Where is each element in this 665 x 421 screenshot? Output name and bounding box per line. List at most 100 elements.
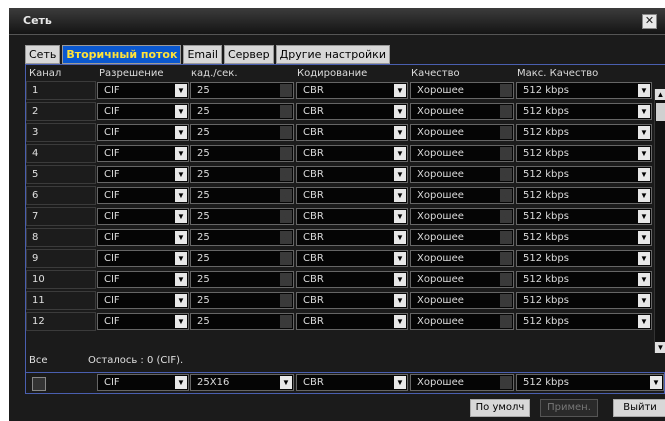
max-quality-select[interactable]: 512 kbps ▼ xyxy=(516,166,652,183)
quality-value: Хорошее xyxy=(417,127,464,138)
chevron-down-icon: ▼ xyxy=(500,168,512,181)
max-quality-select[interactable]: 512 kbps ▼ xyxy=(516,145,652,162)
chevron-down-icon: ▼ xyxy=(280,210,292,223)
encoding-value: CBR xyxy=(303,295,324,306)
resolution-select[interactable]: CIF ▼ xyxy=(97,124,189,141)
fps-select[interactable]: 25 ▼ xyxy=(190,208,294,225)
max-quality-select[interactable]: 512 kbps ▼ xyxy=(516,229,652,246)
fps-select[interactable]: 25 ▼ xyxy=(190,271,294,288)
max-quality-value: 512 kbps xyxy=(523,85,569,96)
resolution-select[interactable]: CIF ▼ xyxy=(97,250,189,267)
quality-select[interactable]: Хорошее ▼ xyxy=(410,292,514,309)
max-quality-select[interactable]: 512 kbps ▼ xyxy=(516,292,652,309)
fps-select[interactable]: 25 ▼ xyxy=(190,250,294,267)
fps-value: 25 xyxy=(197,253,210,264)
channel-number: 2 xyxy=(32,106,39,117)
fps-select[interactable]: 25 ▼ xyxy=(190,124,294,141)
quality-select[interactable]: Хорошее ▼ xyxy=(410,187,514,204)
encoding-select[interactable]: CBR ▼ xyxy=(296,187,408,204)
quality-select[interactable]: Хорошее ▼ xyxy=(410,145,514,162)
encoding-select[interactable]: CBR ▼ xyxy=(296,124,408,141)
scroll-up-icon[interactable]: ▲ xyxy=(655,89,665,100)
fps-select[interactable]: 25 ▼ xyxy=(190,313,294,330)
fps-select[interactable]: 25 ▼ xyxy=(190,229,294,246)
quality-select[interactable]: Хорошее ▼ xyxy=(410,103,514,120)
scroll-down-icon[interactable]: ▼ xyxy=(655,342,665,353)
max-quality-select[interactable]: 512 kbps ▼ xyxy=(516,271,652,288)
resolution-value: CIF xyxy=(104,274,120,285)
quality-select[interactable]: Хорошее ▼ xyxy=(410,229,514,246)
resolution-select[interactable]: CIF ▼ xyxy=(97,271,189,288)
encoding-select[interactable]: CBR ▼ xyxy=(296,208,408,225)
encoding-select[interactable]: CBR ▼ xyxy=(296,250,408,267)
all-checkbox[interactable] xyxy=(32,377,46,391)
max-quality-value: 512 kbps xyxy=(523,190,569,201)
tab-server[interactable]: Сервер xyxy=(223,45,274,64)
chevron-down-icon: ▼ xyxy=(394,210,406,223)
max-quality-select[interactable]: 512 kbps ▼ xyxy=(516,250,652,267)
resolution-select[interactable]: CIF ▼ xyxy=(97,208,189,225)
header-encoding: Кодирование xyxy=(297,68,368,79)
quality-select[interactable]: Хорошее ▼ xyxy=(410,124,514,141)
fps-select[interactable]: 25 ▼ xyxy=(190,187,294,204)
all-fps-select[interactable]: 25X16 ▼ xyxy=(190,374,294,391)
max-quality-select[interactable]: 512 kbps ▼ xyxy=(516,103,652,120)
fps-select[interactable]: 25 ▼ xyxy=(190,166,294,183)
encoding-select[interactable]: CBR ▼ xyxy=(296,271,408,288)
resolution-select[interactable]: CIF ▼ xyxy=(97,103,189,120)
chevron-down-icon: ▼ xyxy=(175,84,187,97)
max-quality-select[interactable]: 512 kbps ▼ xyxy=(516,124,652,141)
chevron-down-icon: ▼ xyxy=(280,315,292,328)
encoding-select[interactable]: CBR ▼ xyxy=(296,82,408,99)
fps-select[interactable]: 25 ▼ xyxy=(190,103,294,120)
scroll-thumb[interactable] xyxy=(656,103,665,121)
quality-select[interactable]: Хорошее ▼ xyxy=(410,82,514,99)
channel-cell: 8 xyxy=(26,228,96,247)
all-max-quality-select[interactable]: 512 kbps ▼ xyxy=(516,374,664,391)
all-quality-select[interactable]: Хорошее ▼ xyxy=(410,374,514,391)
encoding-select[interactable]: CBR ▼ xyxy=(296,103,408,120)
resolution-select[interactable]: CIF ▼ xyxy=(97,313,189,330)
exit-button[interactable]: Выйти xyxy=(613,399,665,417)
chevron-down-icon: ▼ xyxy=(394,315,406,328)
tab-network[interactable]: Сеть xyxy=(25,45,61,64)
default-button[interactable]: По умолч xyxy=(470,399,530,417)
all-resolution-select[interactable]: CIF ▼ xyxy=(97,374,189,391)
all-resolution-value: CIF xyxy=(104,377,120,388)
max-quality-select[interactable]: 512 kbps ▼ xyxy=(516,187,652,204)
quality-select[interactable]: Хорошее ▼ xyxy=(410,313,514,330)
all-encoding-select[interactable]: CBR ▼ xyxy=(296,374,408,391)
scrollbar[interactable]: ▲ ▼ xyxy=(654,89,665,353)
fps-select[interactable]: 25 ▼ xyxy=(190,292,294,309)
chevron-down-icon: ▼ xyxy=(650,376,662,389)
fps-select[interactable]: 25 ▼ xyxy=(190,145,294,162)
quality-select[interactable]: Хорошее ▼ xyxy=(410,166,514,183)
fps-value: 25 xyxy=(197,85,210,96)
max-quality-select[interactable]: 512 kbps ▼ xyxy=(516,208,652,225)
encoding-select[interactable]: CBR ▼ xyxy=(296,229,408,246)
resolution-select[interactable]: CIF ▼ xyxy=(97,187,189,204)
close-icon[interactable]: ✕ xyxy=(642,14,657,29)
max-quality-select[interactable]: 512 kbps ▼ xyxy=(516,313,652,330)
channel-number: 10 xyxy=(32,274,45,285)
chevron-down-icon: ▼ xyxy=(638,210,650,223)
quality-select[interactable]: Хорошее ▼ xyxy=(410,250,514,267)
max-quality-select[interactable]: 512 kbps ▼ xyxy=(516,82,652,99)
tab-other-settings[interactable]: Другие настройки xyxy=(275,45,390,64)
apply-button[interactable]: Примен. xyxy=(540,399,598,417)
resolution-select[interactable]: CIF ▼ xyxy=(97,292,189,309)
tab-secondary-stream[interactable]: Вторичный поток xyxy=(62,45,182,64)
table-row: 1 CIF ▼ 25 ▼ CBR ▼ Хорошее ▼ 512 kbps ▼ xyxy=(26,81,665,101)
resolution-select[interactable]: CIF ▼ xyxy=(97,229,189,246)
quality-select[interactable]: Хорошее ▼ xyxy=(410,271,514,288)
encoding-select[interactable]: CBR ▼ xyxy=(296,166,408,183)
resolution-select[interactable]: CIF ▼ xyxy=(97,166,189,183)
quality-select[interactable]: Хорошее ▼ xyxy=(410,208,514,225)
encoding-select[interactable]: CBR ▼ xyxy=(296,292,408,309)
fps-select[interactable]: 25 ▼ xyxy=(190,82,294,99)
resolution-select[interactable]: CIF ▼ xyxy=(97,145,189,162)
encoding-select[interactable]: CBR ▼ xyxy=(296,145,408,162)
encoding-select[interactable]: CBR ▼ xyxy=(296,313,408,330)
tab-email[interactable]: Email xyxy=(183,45,222,64)
resolution-select[interactable]: CIF ▼ xyxy=(97,82,189,99)
